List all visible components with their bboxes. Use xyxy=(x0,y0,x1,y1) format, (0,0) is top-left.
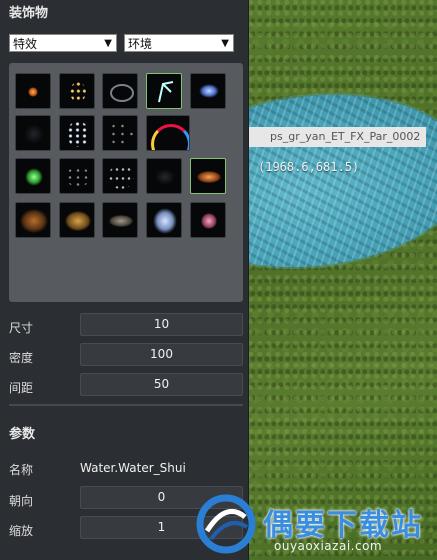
spacing-field[interactable]: 50 xyxy=(80,373,243,396)
section-divider xyxy=(9,404,243,406)
effect-thumb-dark-smoke[interactable] xyxy=(146,158,182,194)
effect-thumb-ring-vortex[interactable] xyxy=(102,73,138,109)
effect-thumb-pink-bloom[interactable] xyxy=(190,202,226,238)
watermark-logo-icon xyxy=(196,494,256,554)
effect-thumbnail-grid xyxy=(9,63,243,302)
effect-thumb-blue-smoke[interactable] xyxy=(146,202,182,238)
density-field[interactable]: 100 xyxy=(80,343,243,366)
water-surface[interactable] xyxy=(248,80,437,282)
size-field[interactable]: 10 xyxy=(80,313,243,336)
effect-thumb-scatter-stars[interactable] xyxy=(102,158,138,194)
type-select[interactable]: 特效 ▼ xyxy=(9,34,117,52)
category-select-value: 环境 xyxy=(128,37,153,51)
name-value: Water.Water_Shui xyxy=(80,461,186,475)
effect-thumb-rainbow-arc[interactable] xyxy=(146,115,190,151)
density-label: 密度 xyxy=(9,351,34,365)
params-title: 参数 xyxy=(9,427,36,442)
scale-label: 缩放 xyxy=(9,524,34,538)
watermark-domain: ouyaoxiazai.com xyxy=(274,539,383,553)
effect-thumb-green-glow[interactable] xyxy=(15,158,51,194)
facing-label: 朝向 xyxy=(9,494,34,508)
chevron-down-icon: ▼ xyxy=(104,38,112,49)
effect-thumb-brown-smoke[interactable] xyxy=(15,202,51,238)
effect-thumb-faint-stars[interactable] xyxy=(102,115,138,151)
chevron-down-icon: ▼ xyxy=(221,38,229,49)
category-select[interactable]: 环境 ▼ xyxy=(124,34,234,52)
spacing-label: 间距 xyxy=(9,381,34,395)
cyan-beam-icon xyxy=(158,81,174,103)
asset-tooltip: ps_gr_yan_ET_FX_Par_0002 xyxy=(248,127,427,147)
effect-thumb-blue-spark[interactable] xyxy=(190,73,226,109)
effect-thumb-cyan-beam[interactable] xyxy=(146,73,182,109)
cursor-coordinates: (1968.6,681.5) xyxy=(258,160,360,174)
effect-thumb-white-sparks[interactable] xyxy=(59,115,95,151)
decoration-panel: 装饰物 特效 ▼ 环境 ▼ 尺寸 10 密度 100 间距 50 参数 名称 W… xyxy=(0,0,249,560)
effect-thumb-dim-dust[interactable] xyxy=(59,158,95,194)
effect-thumb-orange-flare[interactable] xyxy=(15,73,51,109)
effect-thumb-grey-cloud[interactable] xyxy=(102,202,138,238)
type-select-value: 特效 xyxy=(13,37,38,51)
decorations-title: 装饰物 xyxy=(9,6,49,21)
name-label: 名称 xyxy=(9,463,34,477)
effect-thumb-golden-dust[interactable] xyxy=(59,202,95,238)
effect-thumb-fire-swirl[interactable] xyxy=(190,158,226,194)
size-label: 尺寸 xyxy=(9,321,34,335)
scene-viewport[interactable]: ps_gr_yan_ET_FX_Par_0002 xyxy=(248,0,437,560)
effect-thumb-sparkle-dust[interactable] xyxy=(59,73,95,109)
effect-thumb-dark-mist[interactable] xyxy=(15,115,51,151)
watermark-brand: 偶要下载站 xyxy=(263,508,423,543)
